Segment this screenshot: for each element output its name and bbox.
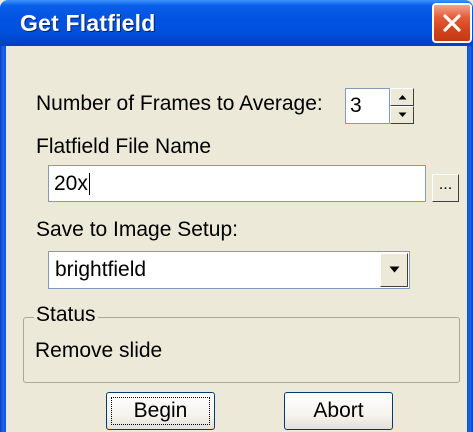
close-button[interactable] (432, 3, 472, 43)
status-group-label: Status (34, 303, 98, 327)
image-setup-selected: brightfield (55, 258, 147, 281)
window-title: Get Flatfield (20, 10, 156, 36)
image-setup-label: Save to Image Setup: (36, 218, 238, 241)
get-flatfield-dialog: Get Flatfield Number of Frames to Averag… (0, 0, 473, 432)
chevron-down-icon (389, 266, 400, 273)
flatfield-label: Flatfield File Name (36, 135, 212, 158)
image-setup-select[interactable]: brightfield (48, 251, 410, 289)
abort-button-label: Abort (313, 399, 364, 422)
title-bar[interactable]: Get Flatfield (0, 0, 473, 46)
image-setup-dropdown-button[interactable] (380, 253, 408, 287)
spin-down-icon (398, 112, 407, 117)
close-icon (443, 14, 461, 32)
spin-down-button[interactable] (390, 106, 414, 124)
frames-spinner (390, 88, 414, 124)
flatfield-file-name-value: 20x (54, 172, 88, 195)
abort-button[interactable]: Abort (284, 392, 393, 430)
browse-button[interactable]: ... (432, 174, 459, 202)
spin-up-button[interactable] (390, 88, 414, 106)
status-text: Remove slide (35, 339, 163, 362)
frames-spinner-input[interactable]: 3 (345, 88, 390, 124)
frames-label: Number of Frames to Average: (36, 92, 323, 115)
window-frame-left (0, 46, 6, 432)
window-frame-right (467, 46, 473, 432)
focus-rectangle (111, 397, 210, 425)
begin-button[interactable]: Begin (106, 392, 215, 430)
text-caret (88, 173, 90, 196)
spin-up-icon (398, 95, 407, 100)
flatfield-file-name-input[interactable]: 20x (48, 165, 426, 202)
